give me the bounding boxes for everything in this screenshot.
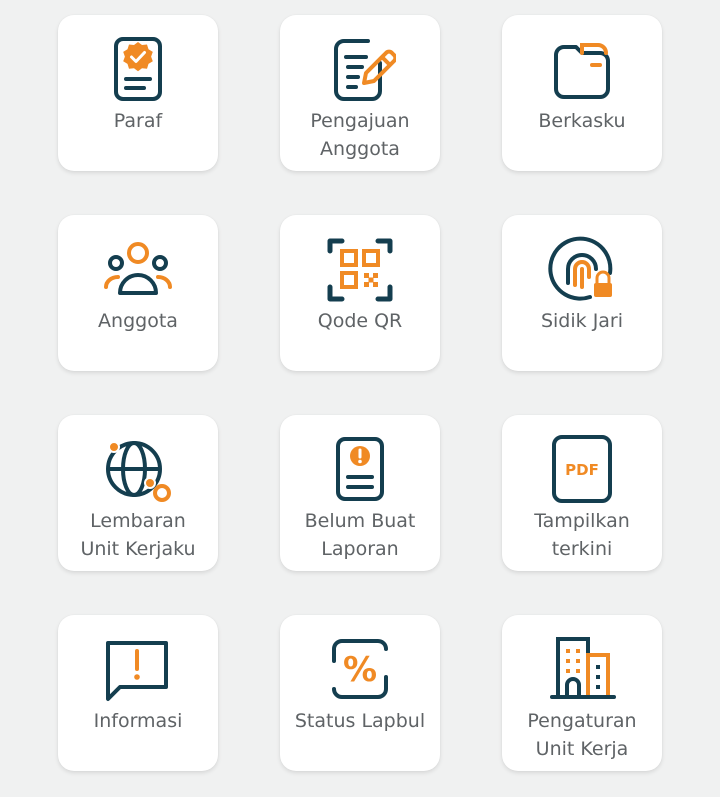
percent-status-icon: % bbox=[324, 633, 396, 705]
menu-label: Tampilkan terkini bbox=[534, 510, 630, 560]
menu-grid: Paraf Pengajuan Anggota Berkasku Anggota… bbox=[0, 0, 720, 797]
menu-label: Sidik Jari bbox=[540, 310, 624, 332]
folder-icon bbox=[546, 33, 618, 105]
menu-tile-qode-qr[interactable]: Qode QR bbox=[280, 215, 440, 371]
fingerprint-lock-icon bbox=[546, 233, 618, 305]
globe-network-icon bbox=[102, 433, 174, 505]
menu-tile-informasi[interactable]: Informasi bbox=[58, 615, 218, 771]
menu-label: Qode QR bbox=[317, 310, 403, 332]
menu-label: Pengajuan Anggota bbox=[310, 110, 410, 160]
signed-document-badge-icon bbox=[102, 33, 174, 105]
office-building-icon bbox=[546, 633, 618, 705]
menu-label: Informasi bbox=[93, 710, 183, 732]
edit-document-pen-icon bbox=[324, 33, 396, 105]
menu-tile-pengajuan-anggota[interactable]: Pengajuan Anggota bbox=[280, 15, 440, 171]
menu-tile-paraf[interactable]: Paraf bbox=[58, 15, 218, 171]
menu-label: Lembaran Unit Kerjaku bbox=[80, 510, 196, 560]
menu-label: Anggota bbox=[98, 310, 178, 332]
menu-tile-anggota[interactable]: Anggota bbox=[58, 215, 218, 371]
menu-tile-pengaturan-unit-kerja[interactable]: Pengaturan Unit Kerja bbox=[502, 615, 662, 771]
menu-label: Pengaturan Unit Kerja bbox=[527, 710, 637, 760]
qr-code-scan-icon bbox=[324, 233, 396, 305]
menu-label: Status Lapbul bbox=[294, 710, 426, 732]
menu-tile-berkasku[interactable]: Berkasku bbox=[502, 15, 662, 171]
menu-tile-tampilkan-terkini[interactable]: PDF Tampilkan terkini bbox=[502, 415, 662, 571]
pdf-file-icon: PDF bbox=[546, 433, 618, 505]
menu-label: Berkasku bbox=[538, 110, 626, 132]
svg-text:PDF: PDF bbox=[565, 461, 599, 479]
menu-label: Paraf bbox=[113, 110, 163, 132]
group-users-icon bbox=[102, 233, 174, 305]
menu-label: Belum Buat Laporan bbox=[304, 510, 416, 560]
report-alert-icon bbox=[324, 433, 396, 505]
menu-tile-sidik-jari[interactable]: Sidik Jari bbox=[502, 215, 662, 371]
menu-tile-lembaran-unit-kerjaku[interactable]: Lembaran Unit Kerjaku bbox=[58, 415, 218, 571]
menu-tile-status-lapbul[interactable]: % Status Lapbul bbox=[280, 615, 440, 771]
svg-text:%: % bbox=[343, 650, 377, 690]
menu-tile-belum-buat-laporan[interactable]: Belum Buat Laporan bbox=[280, 415, 440, 571]
info-message-icon bbox=[102, 633, 174, 705]
